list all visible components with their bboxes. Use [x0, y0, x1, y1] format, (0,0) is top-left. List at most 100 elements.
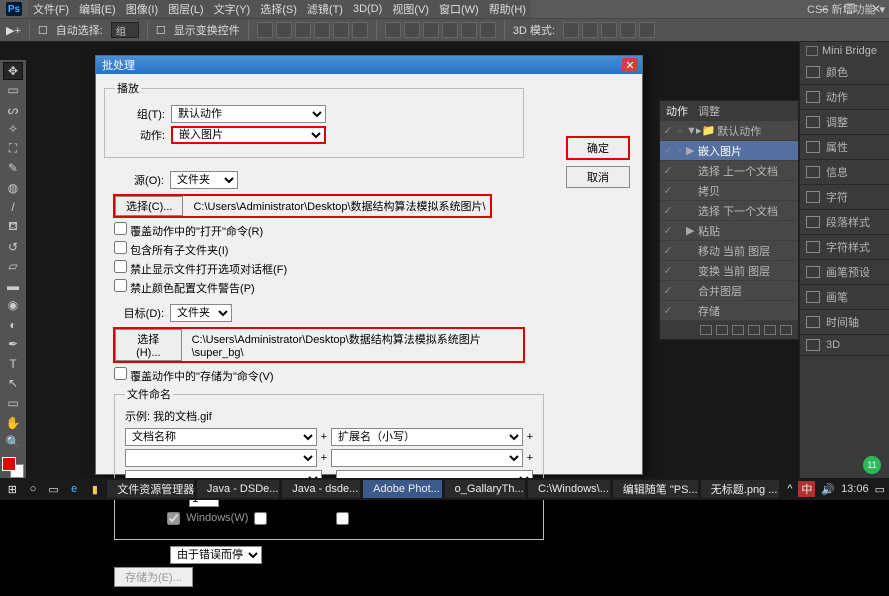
auto-select-checkbox[interactable]: ☐	[38, 24, 48, 37]
minimize-icon[interactable]: ─	[811, 0, 837, 18]
menu-window[interactable]: 窗口(W)	[436, 1, 482, 17]
start-button[interactable]: ⊞	[4, 480, 21, 498]
dialog-titlebar[interactable]: 批处理 ✕	[96, 56, 642, 74]
rpanel-info[interactable]: 信息	[800, 160, 889, 185]
action-row[interactable]: ✓合并图层	[660, 281, 798, 301]
fn-slot-3[interactable]	[125, 449, 317, 467]
menu-file[interactable]: 文件(F)	[30, 1, 72, 17]
eyedropper-tool[interactable]: ✎	[3, 160, 23, 178]
pen-tool[interactable]: ✒	[3, 336, 23, 354]
marquee-tool[interactable]: ▭	[3, 82, 23, 100]
menu-type[interactable]: 文字(Y)	[211, 1, 254, 17]
rpanel-parastyle[interactable]: 段落样式	[800, 210, 889, 235]
action-row[interactable]: ✓选择 上一个文档	[660, 161, 798, 181]
chevron-icon[interactable]: ▶	[686, 224, 696, 237]
taskbar-item[interactable]: Java - dsde...	[282, 480, 360, 498]
cancel-button[interactable]: 取消	[566, 166, 630, 188]
action-row[interactable]: ✓▶粘贴	[660, 221, 798, 241]
tray-notif-icon[interactable]: ▭	[875, 483, 885, 496]
taskbar-item[interactable]: 编辑随笔 "PS...	[613, 480, 698, 498]
rpanel-color[interactable]: 颜色	[800, 60, 889, 85]
action-row[interactable]: ✓选择 下一个文档	[660, 201, 798, 221]
tray-clock[interactable]: 13:06	[841, 483, 869, 495]
brush-tool[interactable]: /	[3, 199, 23, 217]
check-icon[interactable]: ✓	[662, 244, 674, 257]
rpanel-brush[interactable]: 画笔	[800, 285, 889, 310]
path-tool[interactable]: ↖	[3, 375, 23, 393]
tab-adjust[interactable]: 调整	[698, 103, 720, 119]
move-tool[interactable]: ✥	[3, 62, 23, 80]
check-icon[interactable]: ✓	[662, 124, 674, 137]
compat-mac-checkbox[interactable]	[254, 512, 267, 525]
check-icon[interactable]: ✓	[662, 144, 674, 157]
taskbar-item[interactable]: o_GallaryTh...	[445, 480, 525, 498]
fn-slot-4[interactable]	[331, 449, 523, 467]
action-row[interactable]: ✓拷贝	[660, 181, 798, 201]
close-icon[interactable]: ✕	[863, 0, 889, 18]
menu-image[interactable]: 图像(I)	[123, 1, 161, 17]
newset-icon[interactable]	[748, 325, 760, 335]
folder-icon[interactable]: ▮	[87, 480, 104, 498]
lasso-tool[interactable]: ᔕ	[3, 101, 23, 119]
taskbar-item[interactable]: 文件资源管理器	[107, 480, 194, 498]
group-select[interactable]: 默认动作	[171, 105, 326, 123]
rpanel-3d[interactable]: 3D	[800, 335, 889, 356]
edge-icon[interactable]: e	[66, 480, 83, 498]
tray-ime[interactable]: 中	[798, 481, 815, 497]
auto-select-dropdown[interactable]: 组	[111, 22, 139, 38]
record-icon[interactable]	[716, 325, 728, 335]
crop-tool[interactable]: ⛶	[3, 140, 23, 158]
menu-select[interactable]: 选择(S)	[257, 1, 300, 17]
shape-tool[interactable]: ▭	[3, 394, 23, 412]
dialog-close-icon[interactable]: ✕	[622, 58, 638, 72]
taskbar-item[interactable]: 无标题.png ...	[701, 480, 779, 498]
menu-layer[interactable]: 图层(L)	[165, 1, 206, 17]
rpanel-properties[interactable]: 属性	[800, 135, 889, 160]
action-row[interactable]: ✓存储	[660, 301, 798, 321]
fn-slot-1[interactable]: 文档名称	[125, 428, 317, 446]
check-icon[interactable]: ✓	[662, 304, 674, 317]
fn-slot-2[interactable]: 扩展名（小写）	[331, 428, 523, 446]
suppress-color-checkbox[interactable]	[114, 279, 127, 292]
dodge-tool[interactable]: ◐	[3, 316, 23, 334]
choose-target-button[interactable]: 选择(H)...	[115, 329, 182, 361]
menu-help[interactable]: 帮助(H)	[486, 1, 529, 17]
taskbar-item[interactable]: C:\Windows\...	[528, 480, 610, 498]
rpanel-timeline[interactable]: 时间轴	[800, 310, 889, 335]
target-select[interactable]: 文件夹	[170, 304, 232, 322]
check-icon[interactable]: ✓	[662, 164, 674, 177]
type-tool[interactable]: T	[3, 355, 23, 373]
tray-volume-icon[interactable]: 🔊	[821, 483, 835, 496]
action-select[interactable]: 嵌入图片	[171, 126, 326, 144]
action-row[interactable]: ✓▫▶嵌入图片	[660, 141, 798, 161]
action-row[interactable]: ✓变换 当前 图层	[660, 261, 798, 281]
taskview-icon[interactable]: ▭	[45, 480, 62, 498]
rpanel-actions[interactable]: 动作	[800, 85, 889, 110]
rpanel-adjust[interactable]: 调整	[800, 110, 889, 135]
taskbar-item[interactable]: Adobe Phot...	[363, 480, 441, 498]
gradient-tool[interactable]: ▬	[3, 277, 23, 295]
show-transform-checkbox[interactable]: ☐	[156, 24, 166, 37]
check-icon[interactable]: ✓	[662, 204, 674, 217]
stop-icon[interactable]	[700, 325, 712, 335]
modal-icon[interactable]: ▫	[674, 125, 686, 137]
menu-3d[interactable]: 3D(D)	[350, 3, 385, 15]
rpanel-charstyle[interactable]: 字符样式	[800, 235, 889, 260]
menu-edit[interactable]: 编辑(E)	[76, 1, 119, 17]
rpanel-char[interactable]: 字符	[800, 185, 889, 210]
playaction-icon[interactable]	[732, 325, 744, 335]
choose-source-button[interactable]: 选择(C)...	[115, 196, 183, 216]
include-sub-checkbox[interactable]	[114, 241, 127, 254]
bin-icon[interactable]	[780, 325, 792, 335]
hand-tool[interactable]: ✋	[3, 414, 23, 432]
suppress-open-checkbox[interactable]	[114, 260, 127, 273]
ok-button[interactable]: 确定	[566, 136, 630, 160]
menu-filter[interactable]: 滤镜(T)	[304, 1, 346, 17]
blur-tool[interactable]: ◉	[3, 297, 23, 315]
check-icon[interactable]: ✓	[662, 224, 674, 237]
override-open-checkbox[interactable]	[114, 222, 127, 235]
eraser-tool[interactable]: ▱	[3, 258, 23, 276]
menu-view[interactable]: 视图(V)	[389, 1, 432, 17]
chevron-icon[interactable]: ▼	[686, 125, 696, 137]
stamp-tool[interactable]: ⛾	[3, 218, 23, 236]
